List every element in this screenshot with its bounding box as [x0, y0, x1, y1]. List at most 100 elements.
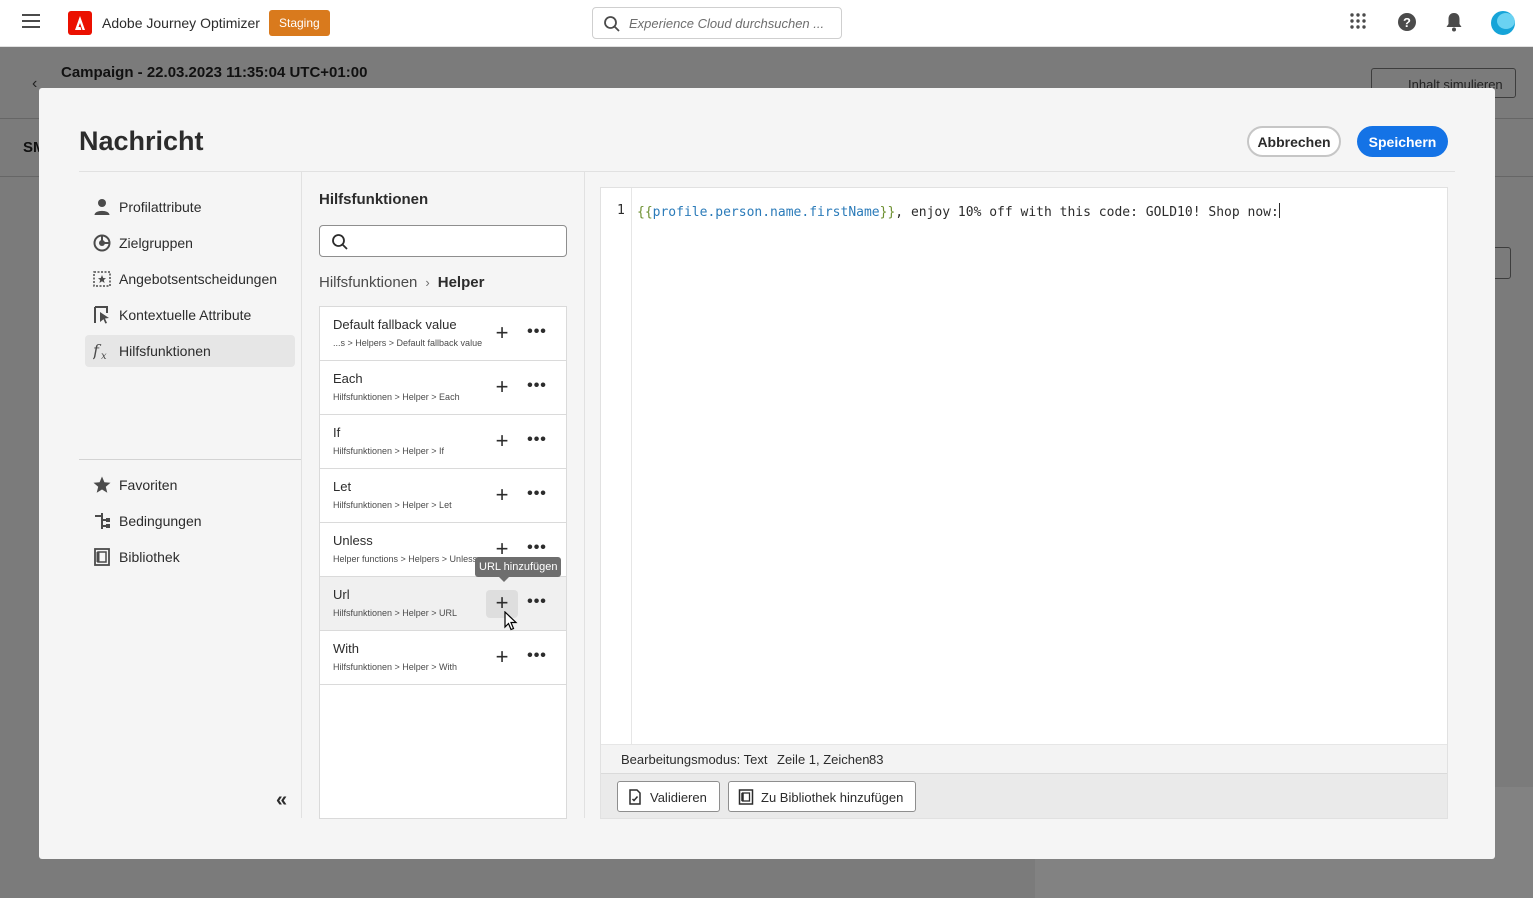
helper-path: Hilfsfunktionen > Helper > With [333, 662, 458, 672]
helper-name: With [333, 641, 359, 656]
mouse-cursor-icon [504, 610, 518, 636]
text-caret [1278, 203, 1280, 218]
collapse-panel-icon[interactable]: « [276, 789, 287, 812]
list-item[interactable]: Let Hilfsfunktionen > Helper > Let + ••• [320, 469, 566, 523]
offer-icon [93, 270, 111, 288]
code-text: , enjoy 10% off with this code: GOLD10! … [895, 205, 1279, 220]
function-icon: fx [92, 341, 111, 362]
add-icon[interactable]: + [486, 644, 518, 672]
code-brace-close: }} [879, 205, 896, 220]
nav-item-library[interactable]: Bibliothek [85, 541, 295, 573]
top-app-bar: Adobe Journey Optimizer Staging Experien… [0, 0, 1533, 47]
more-options-icon[interactable]: ••• [525, 428, 549, 456]
helper-name: Each [333, 371, 363, 386]
list-item[interactable]: If Hilfsfunktionen > Helper > If + ••• [320, 415, 566, 469]
panel-title: Hilfsfunktionen [319, 191, 429, 208]
more-options-icon[interactable]: ••• [525, 320, 549, 348]
code-variable: profile.person.name.firstName [652, 205, 880, 220]
nav-item-audiences[interactable]: Zielgruppen [85, 227, 295, 259]
add-url-tooltip: URL hinzufügen [475, 557, 562, 582]
add-icon[interactable]: + [486, 428, 518, 456]
user-avatar[interactable] [1491, 11, 1515, 35]
list-item[interactable]: Each Hilfsfunktionen > Helper > Each + •… [320, 361, 566, 415]
nav-item-label: Bedingungen [119, 513, 202, 529]
nav-item-label: Hilfsfunktionen [119, 343, 211, 359]
nav-item-label: Profilattribute [119, 199, 202, 215]
list-item[interactable]: Url Hilfsfunktionen > Helper > URL + ••• [320, 577, 566, 631]
validate-document-icon [627, 789, 643, 805]
list-item[interactable]: With Hilfsfunktionen > Helper > With + •… [320, 631, 566, 685]
code-line[interactable]: {{profile.person.name.firstName}}, enjoy… [637, 203, 1280, 220]
helper-path: Hilfsfunktionen > Helper > If [333, 446, 445, 456]
dialog-title: Nachricht [79, 126, 204, 156]
personalization-nav: Profilattribute Zielgruppen Angebotsents… [79, 172, 302, 818]
notifications-bell-icon[interactable] [1445, 12, 1467, 34]
nav-item-profile-attributes[interactable]: Profilattribute [85, 191, 295, 223]
global-search-input[interactable]: Experience Cloud durchsuchen ... [592, 7, 842, 39]
menu-icon[interactable] [22, 14, 40, 32]
helper-path: Hilfsfunktionen > Helper > Let [333, 500, 452, 510]
search-placeholder: Experience Cloud durchsuchen ... [629, 16, 825, 31]
nav-item-label: Kontextuelle Attribute [119, 307, 252, 323]
breadcrumb: Hilfsfunktionen › Helper [319, 274, 484, 291]
save-button[interactable]: Speichern [1357, 126, 1448, 157]
breadcrumb-root[interactable]: Hilfsfunktionen [319, 274, 417, 291]
nav-item-helper-functions[interactable]: fx Hilfsfunktionen [85, 335, 295, 367]
add-to-library-label: Zu Bibliothek hinzufügen [761, 790, 904, 805]
audience-icon [93, 234, 111, 252]
library-icon [738, 789, 754, 805]
adobe-logo[interactable] [68, 11, 92, 35]
star-icon [93, 476, 111, 494]
helper-path: Hilfsfunktionen > Helper > Each [333, 392, 460, 402]
campaign-title: Campaign - 22.03.2023 11:35:04 UTC+01:00 [61, 64, 368, 81]
search-icon [603, 15, 621, 38]
code-brace-open: {{ [637, 205, 653, 220]
nav-item-contextual-attributes[interactable]: Kontextuelle Attribute [85, 299, 295, 331]
contextual-icon [93, 306, 111, 324]
editor-action-bar: Validieren Zu Bibliothek hinzufügen [601, 773, 1447, 818]
more-options-icon[interactable]: ••• [525, 482, 549, 510]
library-icon [93, 548, 111, 566]
add-to-library-button[interactable]: Zu Bibliothek hinzufügen [728, 781, 916, 812]
help-icon[interactable]: ? [1397, 12, 1419, 34]
validate-button[interactable]: Validieren [617, 781, 720, 812]
helper-path: Helper functions > Helpers > Unless [333, 554, 478, 564]
nav-item-favorites[interactable]: Favoriten [85, 469, 295, 501]
code-editor[interactable]: 1 {{profile.person.name.firstName}}, enj… [600, 187, 1448, 819]
person-icon [93, 198, 111, 216]
add-icon[interactable]: + [486, 374, 518, 402]
svg-text:x: x [101, 351, 107, 360]
app-name[interactable]: Adobe Journey Optimizer [102, 15, 260, 31]
more-options-icon[interactable]: ••• [525, 644, 549, 672]
helper-path: ...s > Helpers > Default fallback value [333, 338, 483, 348]
helper-search-input[interactable] [319, 225, 567, 257]
helper-name: Url [333, 587, 350, 602]
helper-path: Hilfsfunktionen > Helper > URL [333, 608, 458, 618]
svg-text:?: ? [1403, 15, 1411, 30]
helper-name: If [333, 425, 341, 440]
back-arrow-icon: ‹ [32, 75, 38, 92]
nav-item-label: Bibliothek [119, 549, 180, 565]
message-editor-dialog: Nachricht Abbrechen Speichern Profilattr… [39, 88, 1495, 859]
cursor-position-label: Zeile 1, Zeichen [777, 752, 870, 767]
nav-item-conditions[interactable]: Bedingungen [85, 505, 295, 537]
nav-item-label: Favoriten [119, 477, 178, 493]
add-icon[interactable]: + [486, 320, 518, 348]
nav-item-label: Angebotsentscheidungen [119, 271, 278, 287]
breadcrumb-current: Helper [437, 274, 485, 291]
apps-grid-icon[interactable] [1349, 12, 1371, 34]
nav-item-offer-decisions[interactable]: Angebotsentscheidungen [85, 263, 295, 295]
search-icon [331, 233, 349, 256]
list-item[interactable]: Default fallback value ...s > Helpers > … [320, 307, 566, 361]
more-options-icon[interactable]: ••• [525, 374, 549, 402]
divider [79, 459, 301, 460]
conditions-icon [93, 512, 111, 530]
helper-name: Unless [333, 533, 373, 548]
helper-name: Default fallback value [333, 317, 457, 332]
more-options-icon[interactable]: ••• [525, 590, 549, 618]
edit-mode-label: Bearbeitungsmodus: Text [621, 752, 768, 767]
add-icon[interactable]: + [486, 482, 518, 510]
cancel-button[interactable]: Abbrechen [1247, 126, 1341, 157]
environment-badge[interactable]: Staging [269, 10, 330, 36]
chevron-right-icon: › [425, 275, 430, 290]
